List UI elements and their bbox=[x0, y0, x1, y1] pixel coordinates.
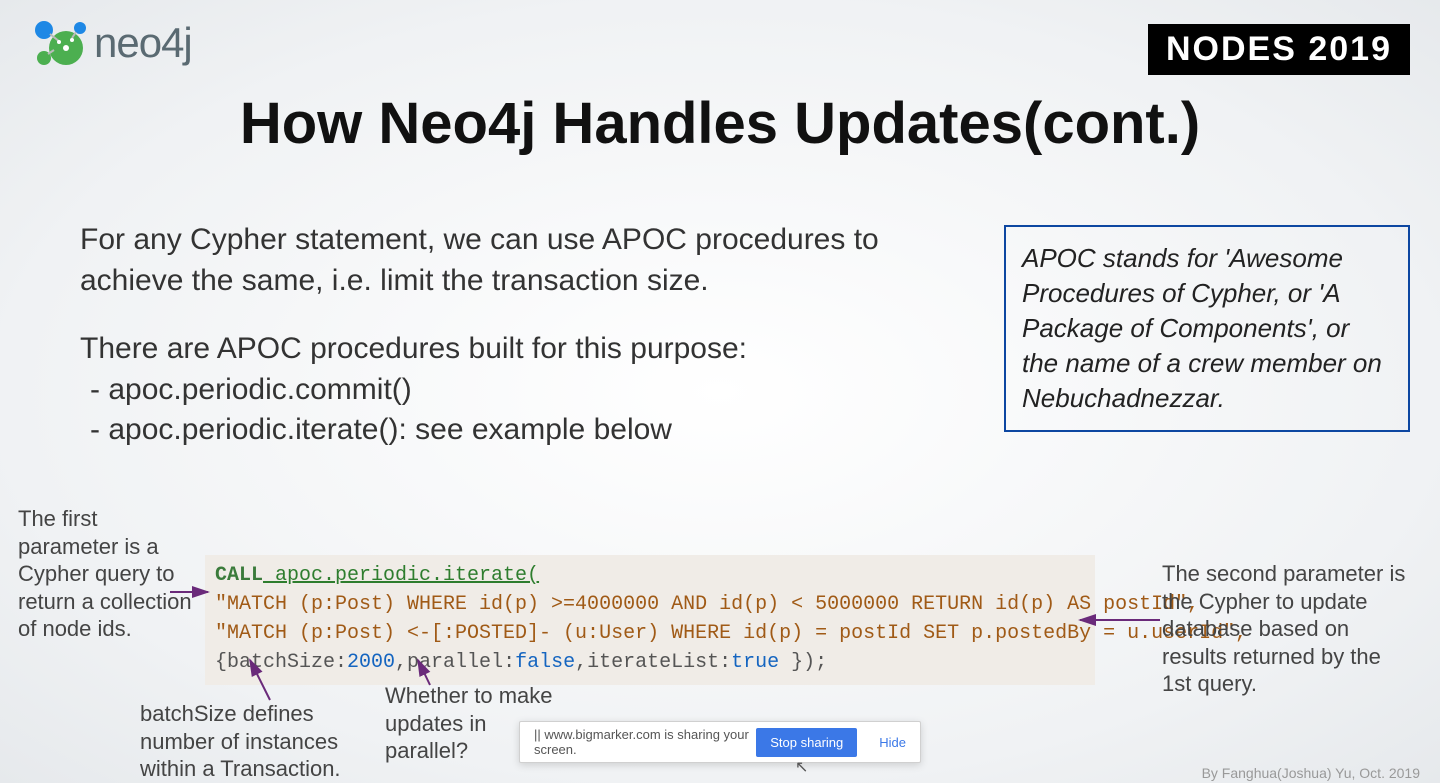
code-param2: "MATCH (p:Post) <-[:POSTED]- (u:User) WH… bbox=[215, 619, 1085, 648]
code-param1: "MATCH (p:Post) WHERE id(p) >=4000000 AN… bbox=[215, 590, 1085, 619]
bullet-commit: - apoc.periodic.commit() bbox=[90, 370, 980, 411]
code-example: CALL apoc.periodic.iterate( "MATCH (p:Po… bbox=[205, 555, 1095, 685]
stop-sharing-button[interactable]: Stop sharing bbox=[756, 728, 857, 757]
code-iteratelist-value: true bbox=[731, 651, 779, 674]
hide-sharebar-button[interactable]: Hide bbox=[865, 735, 920, 750]
paragraph-2: There are APOC procedures built for this… bbox=[80, 329, 980, 370]
apoc-definition-box: APOC stands for 'Awesome Procedures of C… bbox=[1004, 225, 1410, 432]
bullet-iterate: - apoc.periodic.iterate(): see example b… bbox=[90, 410, 980, 451]
code-opt-mid2: ,iterateList: bbox=[575, 651, 731, 674]
code-batch-value: 2000 bbox=[347, 651, 395, 674]
annotation-first-param: The first parameter is a Cypher query to… bbox=[18, 505, 198, 643]
code-opts-open: {batchSize: bbox=[215, 651, 347, 674]
code-opt-mid1: ,parallel: bbox=[395, 651, 515, 674]
share-message: || www.bigmarker.com is sharing your scr… bbox=[520, 727, 756, 757]
code-call-keyword: CALL bbox=[215, 564, 263, 587]
annotation-batchsize: batchSize defines number of instances wi… bbox=[140, 700, 390, 783]
slide-title: How Neo4j Handles Updates(cont.) bbox=[0, 90, 1440, 157]
footer-credit: By Fanghua(Joshua) Yu, Oct. 2019 bbox=[1202, 765, 1420, 781]
screen-share-bar: || www.bigmarker.com is sharing your scr… bbox=[519, 721, 921, 763]
annotation-second-param: The second parameter is the Cypher to up… bbox=[1162, 560, 1412, 698]
code-opts-close: }); bbox=[779, 651, 827, 674]
code-parallel-value: false bbox=[515, 651, 575, 674]
paragraph-1: For any Cypher statement, we can use APO… bbox=[80, 220, 980, 301]
slide-body: For any Cypher statement, we can use APO… bbox=[80, 220, 980, 451]
logo-text: neo4j bbox=[94, 19, 192, 67]
event-badge: NODES 2019 bbox=[1148, 24, 1410, 75]
cursor-icon: ↖ bbox=[795, 757, 808, 777]
neo4j-logo: neo4j bbox=[30, 18, 192, 68]
code-function-name: apoc.periodic.iterate( bbox=[263, 564, 539, 587]
neo4j-logo-icon bbox=[30, 18, 90, 68]
